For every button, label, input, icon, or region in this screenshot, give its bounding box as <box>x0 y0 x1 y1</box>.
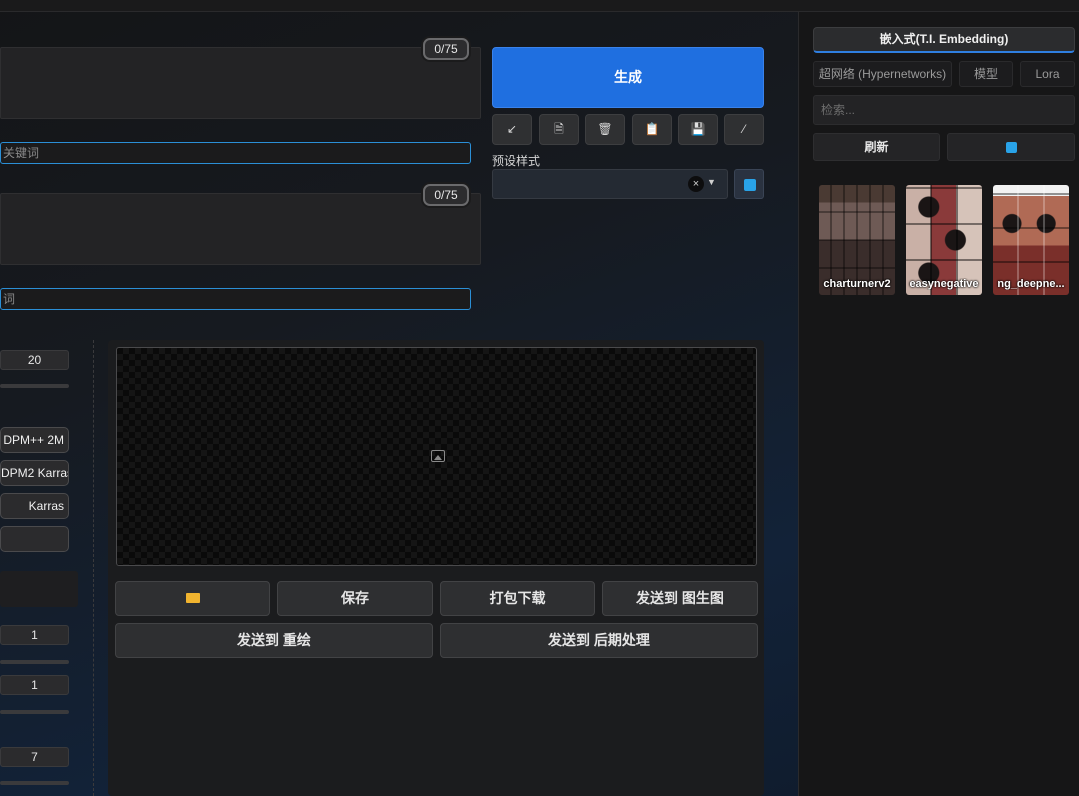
search-input[interactable]: 检索... <box>813 95 1075 125</box>
steps-slider[interactable] <box>0 384 69 388</box>
styles-dropdown[interactable]: × ▼ <box>492 169 728 199</box>
top-bar <box>0 0 1079 12</box>
image-placeholder-icon <box>431 450 445 462</box>
positive-prompt-hint-field[interactable]: 关键词 <box>0 142 471 164</box>
magic-wand-icon[interactable]: ⁄ <box>724 114 764 145</box>
cfg-scale-slider[interactable] <box>0 781 69 785</box>
close-panel-button[interactable] <box>947 133 1075 161</box>
positive-prompt-input[interactable] <box>0 47 481 119</box>
card-name: ng_deepne... <box>997 278 1065 290</box>
arrow-down-left-icon[interactable]: ↙ <box>492 114 532 145</box>
negative-prompt-hint-field[interactable]: 词 <box>0 288 471 310</box>
sampler-option[interactable]: Karras <box>0 493 69 519</box>
batch-size-input[interactable]: 1 <box>0 675 69 695</box>
document-icon[interactable]: 🗎 <box>539 114 579 145</box>
sampler-option[interactable]: DPM++ 2M <box>0 427 69 453</box>
clear-icon[interactable]: × <box>688 176 704 192</box>
extra-networks-panel <box>798 12 1079 796</box>
settings-group <box>0 571 78 607</box>
sampler-option[interactable] <box>0 526 69 552</box>
generate-button[interactable]: 生成 <box>492 47 764 108</box>
tab-lora[interactable]: Lora <box>1020 61 1075 87</box>
cfg-scale-input[interactable]: 7 <box>0 747 69 767</box>
sampler-option[interactable]: DPM2 Karras <box>0 460 69 486</box>
send-to-inpaint-button[interactable]: 发送到 重绘 <box>115 623 433 658</box>
card-name: charturnerv2 <box>823 278 891 290</box>
embedding-card[interactable]: charturnerv2 <box>819 185 895 295</box>
positive-token-counter: 0/75 <box>423 38 469 60</box>
save-icon[interactable]: 💾 <box>678 114 718 145</box>
embedding-card[interactable]: ng_deepne... <box>993 185 1069 295</box>
tab-hypernetworks[interactable]: 超网络 (Hypernetworks) <box>813 61 952 87</box>
window-icon <box>1005 142 1017 154</box>
open-folder-button[interactable] <box>115 581 270 616</box>
send-to-extras-button[interactable]: 发送到 后期处理 <box>440 623 758 658</box>
send-to-img2img-button[interactable]: 发送到 图生图 <box>602 581 758 616</box>
steps-input[interactable]: 20 <box>0 350 69 370</box>
chevron-down-icon[interactable]: ▼ <box>707 177 716 187</box>
column-divider <box>93 340 94 796</box>
batch-count-input[interactable]: 1 <box>0 625 69 645</box>
save-button[interactable]: 保存 <box>277 581 433 616</box>
batch-count-slider[interactable] <box>0 660 69 664</box>
card-name: easynegative <box>909 278 979 290</box>
batch-size-slider[interactable] <box>0 710 69 714</box>
negative-token-counter: 0/75 <box>423 184 469 206</box>
negative-prompt-input[interactable] <box>0 193 481 265</box>
zip-download-button[interactable]: 打包下载 <box>440 581 595 616</box>
tab-embedding[interactable]: 嵌入式(T.I. Embedding) <box>813 27 1075 53</box>
trash-icon[interactable]: 🗑 <box>585 114 625 145</box>
refresh-icon <box>744 179 756 191</box>
embedding-card[interactable]: easynegative <box>906 185 982 295</box>
refresh-button[interactable]: 刷新 <box>813 133 940 161</box>
settings-column: 20 DPM++ 2M DPM2 Karras Karras 1 1 7 <box>0 340 80 796</box>
tab-checkpoints[interactable]: 模型 <box>959 61 1013 87</box>
clipboard-icon[interactable]: 📋 <box>632 114 672 145</box>
output-image-canvas[interactable] <box>116 347 757 566</box>
styles-refresh-button[interactable] <box>734 169 764 199</box>
folder-icon <box>185 593 200 604</box>
styles-label: 预设样式 <box>492 154 541 168</box>
